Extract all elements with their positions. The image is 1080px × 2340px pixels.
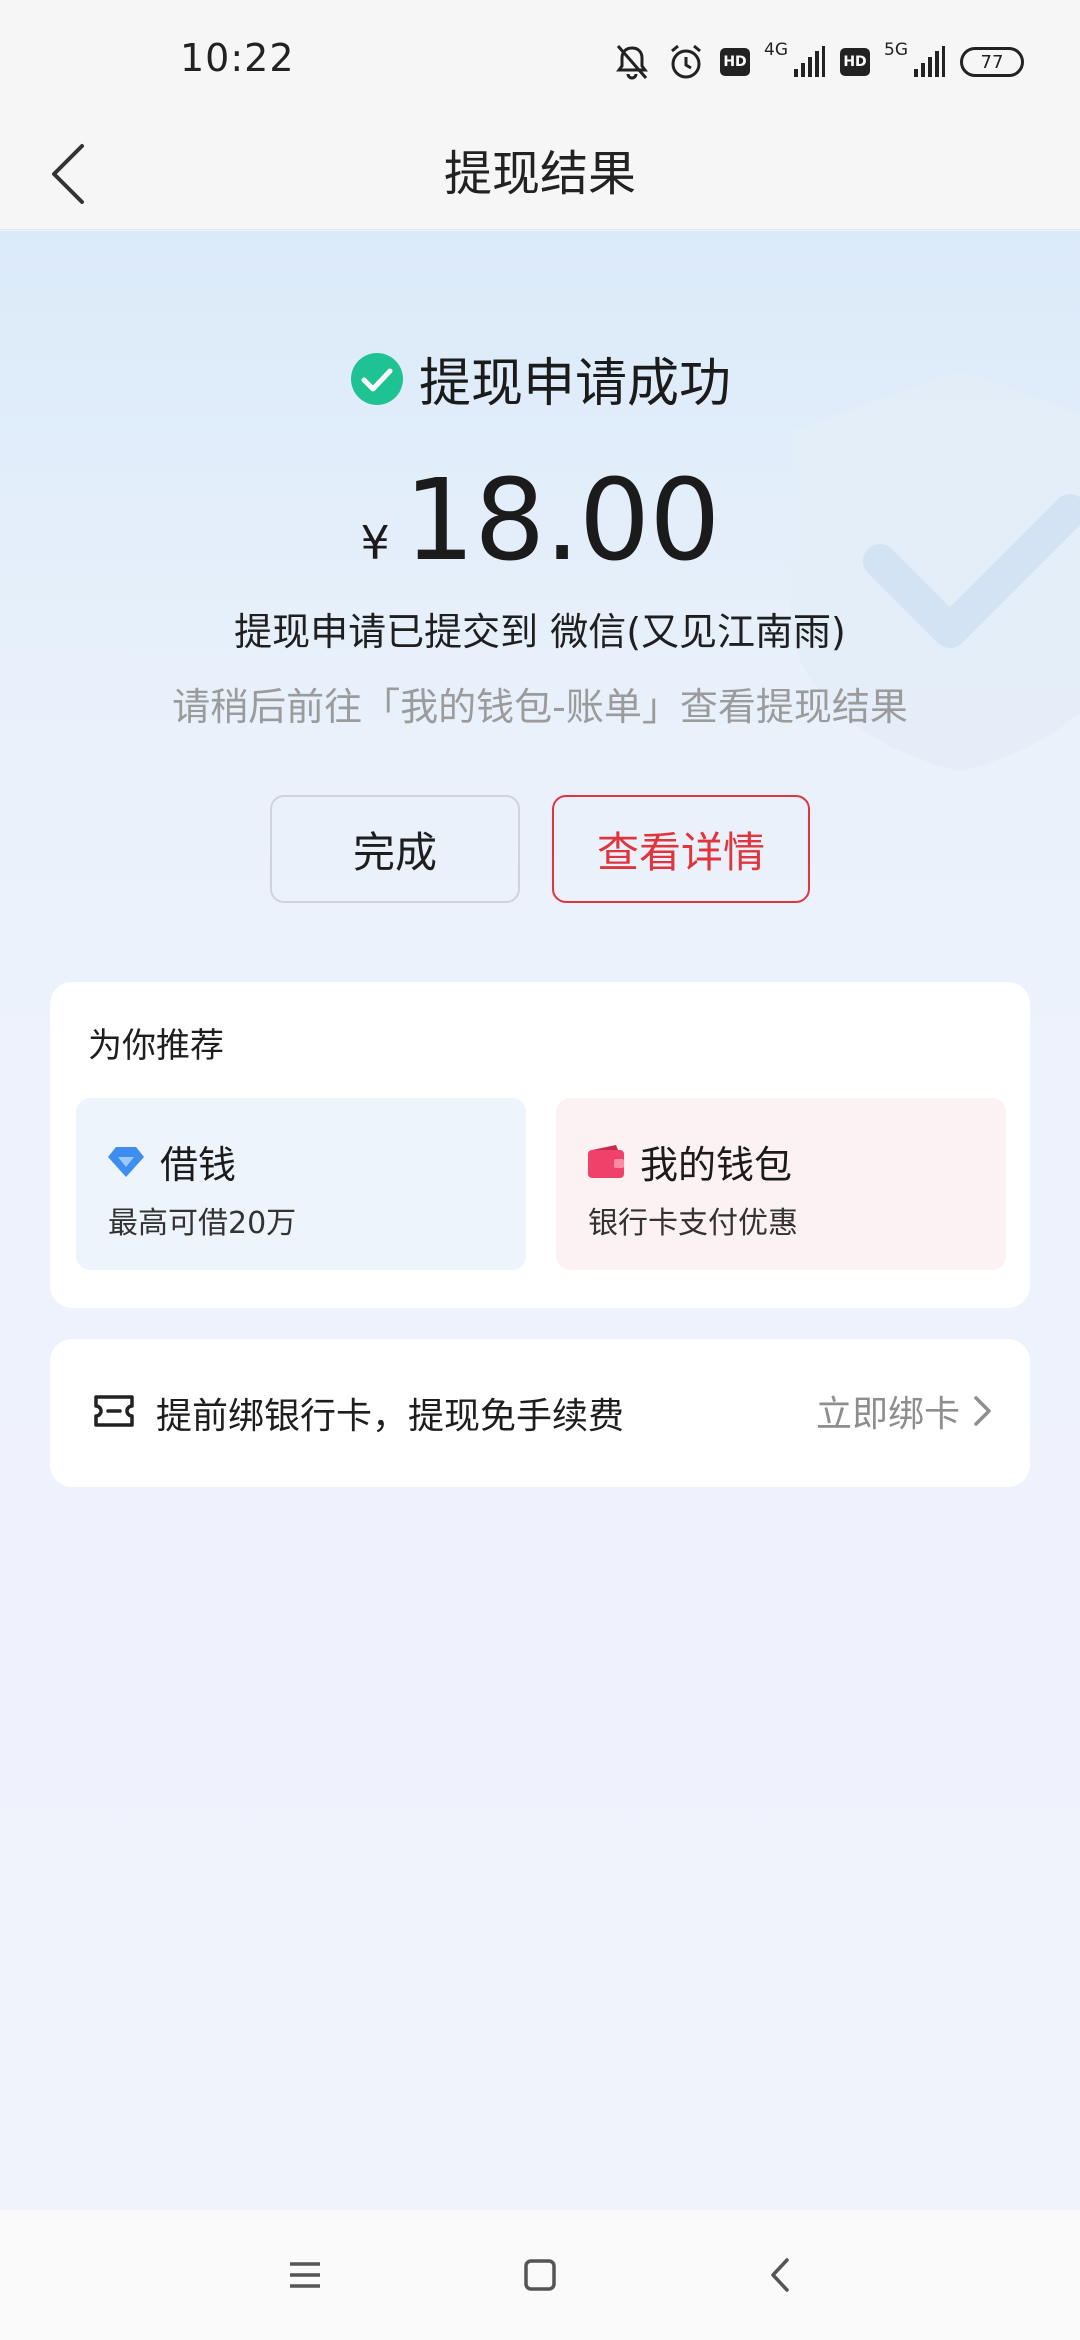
ticket-icon xyxy=(94,1395,134,1427)
recommend-item-wallet[interactable]: 我的钱包 银行卡支付优惠 xyxy=(556,1098,1006,1270)
page-title: 提现结果 xyxy=(443,146,636,202)
signal-icon-2 xyxy=(912,45,946,79)
bell-off-icon xyxy=(612,42,652,82)
recommend-item-subtitle: 最高可借20万 xyxy=(108,1206,297,1241)
recommend-card: 为你推荐 借钱 最高可借20万 我的钱包 银行卡支付优惠 xyxy=(50,982,1030,1308)
withdraw-amount: 18.00 xyxy=(403,456,721,586)
success-check-icon xyxy=(350,352,403,405)
status-time: 10:22 xyxy=(180,36,295,80)
success-text: 提现申请成功 xyxy=(418,354,731,414)
submitted-text: 提现申请已提交到 微信(又见江南雨) xyxy=(234,610,846,654)
menu-button[interactable] xyxy=(280,2250,330,2300)
recommend-item-head: 我的钱包 xyxy=(586,1134,792,1189)
wallet-icon xyxy=(588,1144,624,1178)
amount-display: ¥ 18.00 xyxy=(0,456,1080,586)
network-label-4g: 4G xyxy=(764,40,788,60)
bind-card-action[interactable]: 立即绑卡 xyxy=(816,1385,994,1437)
hint-text: 请稍后前往「我的钱包-账单」查看提现结果 xyxy=(172,685,908,729)
chevron-right-icon xyxy=(974,1396,991,1426)
signal-icon xyxy=(792,45,826,79)
recommend-item-subtitle: 银行卡支付优惠 xyxy=(588,1206,798,1241)
bind-card-banner[interactable]: 提前绑银行卡，提现免手续费 立即绑卡 xyxy=(50,1339,1030,1487)
home-square-icon xyxy=(524,2259,556,2291)
diamond-icon xyxy=(108,1146,144,1177)
recommend-title: 为你推荐 xyxy=(88,1026,224,1066)
back-triangle-icon xyxy=(771,2258,789,2292)
menu-icon xyxy=(290,2262,320,2288)
bind-card-action-label: 立即绑卡 xyxy=(815,1394,960,1435)
done-button[interactable]: 完成 xyxy=(270,795,520,903)
recommend-item-title: 我的钱包 xyxy=(640,1143,793,1187)
success-status: 提现申请成功 xyxy=(0,341,1080,416)
result-area: 提现申请成功 ¥ 18.00 提现申请已提交到 微信(又见江南雨) 请稍后前往「… xyxy=(0,231,1080,2231)
view-detail-button[interactable]: 查看详情 xyxy=(552,795,810,903)
recommend-item-title: 借钱 xyxy=(160,1143,237,1187)
recommend-item-borrow[interactable]: 借钱 最高可借20万 xyxy=(76,1098,526,1270)
nav-bar: 提现结果 xyxy=(0,118,1080,230)
alarm-icon xyxy=(666,42,706,82)
bind-card-text: 提前绑银行卡，提现免手续费 xyxy=(156,1396,625,1437)
home-button[interactable] xyxy=(515,2250,565,2300)
system-back-button[interactable] xyxy=(755,2250,805,2300)
network-label-5g: 5G xyxy=(884,40,908,60)
hd-badge: HD xyxy=(720,48,750,76)
system-nav-bar xyxy=(0,2210,1080,2340)
hd-badge-2: HD xyxy=(840,48,870,76)
battery-indicator: 77 xyxy=(960,47,1024,77)
status-icons: HD 4G HD 5G 77 xyxy=(612,40,1024,84)
recommend-item-head: 借钱 xyxy=(106,1134,236,1189)
currency-symbol: ¥ xyxy=(360,516,390,570)
status-bar: 10:22 HD 4G HD 5G 77 xyxy=(0,0,1080,118)
